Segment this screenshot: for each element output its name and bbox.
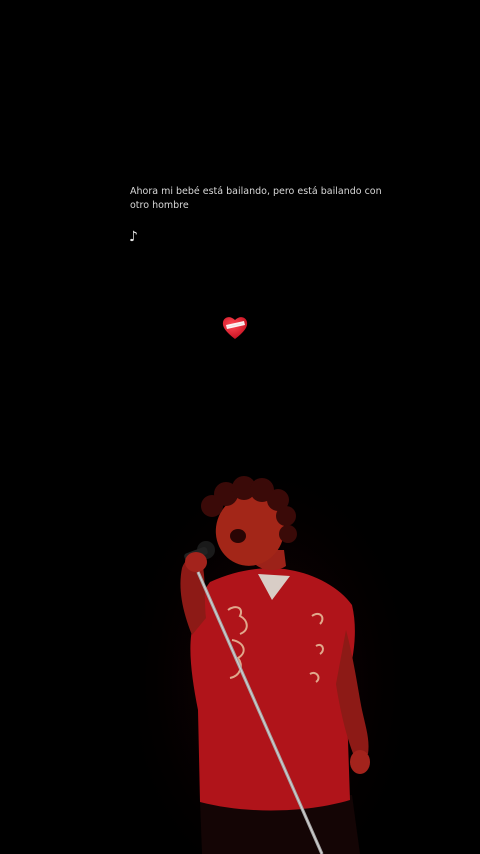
music-note-icon: ♪ [129,229,138,245]
lyrics-text: Ahora mi bebé está bailando, pero está b… [130,186,382,211]
mending-heart-icon [222,317,248,339]
red-shirt [190,568,355,811]
singer-photo [140,470,400,854]
